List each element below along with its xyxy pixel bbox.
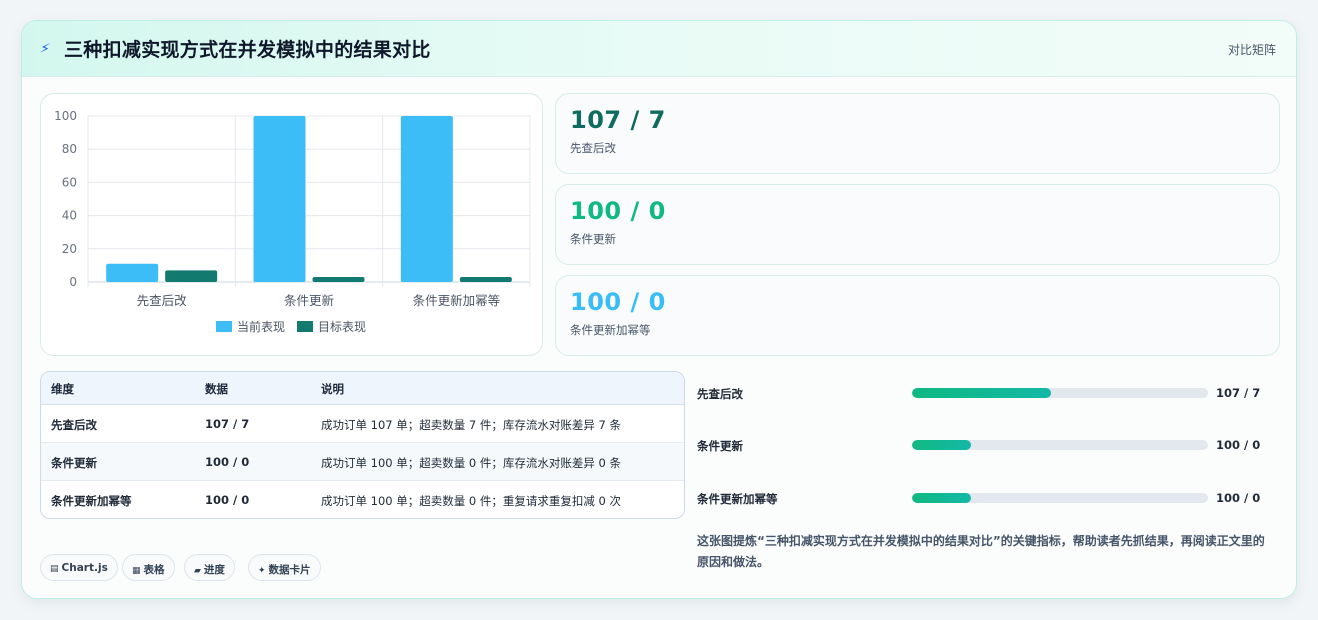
table-header-row: 维度 数据 说明	[41, 372, 684, 405]
legend-label: 当前表现	[237, 319, 285, 334]
table-row: 条件更新加幂等 100 / 0 成功订单 100 单；超卖数量 0 件；重复请求…	[41, 481, 684, 518]
bar-current	[400, 116, 453, 282]
progress-fill	[912, 493, 972, 503]
pill-label: 进度	[203, 564, 225, 576]
stat-card-1: 107 / 7 先查后改	[555, 93, 1280, 174]
progress-label: 条件更新加幂等	[697, 492, 778, 506]
table-cell: 100 / 0	[205, 455, 250, 469]
progress-fill	[912, 440, 972, 450]
pill-label: Chart.js	[61, 562, 108, 574]
bar-chart: 0 20 40 60 80 100 先查后改 条件更新 条件更新加幂等当前表现 目标表现	[54, 109, 531, 334]
bar-current	[253, 116, 306, 282]
progress-bar	[912, 388, 1208, 398]
y-tick-label: 20	[62, 242, 77, 256]
legend-swatch	[297, 321, 313, 332]
bar-current	[106, 263, 159, 282]
table-cell: 100 / 0	[205, 493, 250, 507]
table-row: 先查后改 107 / 7 成功订单 107 单；超卖数量 7 件；库存流水对账差…	[41, 405, 684, 443]
column-header: 维度	[51, 382, 74, 396]
sparkle-icon: ✦	[258, 566, 266, 576]
bar-target	[165, 270, 218, 282]
pill-chartjs[interactable]: ▤ Chart.js	[40, 554, 118, 581]
progress-fill	[912, 388, 1052, 398]
table-row: 条件更新 100 / 0 成功订单 100 单；超卖数量 0 件；库存流水对账差…	[41, 443, 684, 481]
progress-label: 条件更新	[697, 439, 743, 453]
chart-icon: ▤	[50, 564, 59, 574]
pill-data-cards[interactable]: ✦ 数据卡片	[248, 554, 321, 581]
table-cell: 成功订单 100 单；超卖数量 0 件；库存流水对账差异 0 条	[321, 456, 622, 470]
pill-table[interactable]: ▦ 表格	[122, 554, 175, 581]
pill-label: 表格	[143, 564, 165, 576]
table-icon: ▦	[132, 566, 141, 576]
legend-label: 目标表现	[318, 320, 366, 334]
bar-target	[312, 277, 365, 282]
stat-value: 100 / 0	[570, 288, 666, 316]
table-cell: 条件更新加幂等	[51, 494, 132, 508]
progress-bar	[912, 440, 1208, 450]
column-header: 说明	[321, 382, 344, 396]
column-header: 数据	[205, 382, 228, 396]
stat-card-3: 100 / 0 条件更新加幂等	[555, 275, 1280, 356]
stat-value: 107 / 7	[570, 106, 666, 134]
progress-value: 107 / 7	[1216, 386, 1261, 400]
y-tick-label: 60	[62, 175, 77, 189]
bar-chart-panel: 0 20 40 60 80 100 先查后改 条件更新 条件更新加幂等当前表现 目标表现	[40, 93, 543, 356]
progress-bar	[912, 493, 1208, 503]
data-table: 维度 数据 说明 先查后改 107 / 7 成功订单 107 单；超卖数量 7 …	[40, 371, 685, 519]
y-tick-label: 80	[62, 142, 77, 156]
stat-label: 条件更新	[570, 232, 616, 246]
y-tick-label: 40	[62, 209, 77, 223]
y-tick-label: 100	[54, 109, 77, 123]
comparison-card: ⚡ 三种扣减实现方式在并发模拟中的结果对比 对比矩阵 0 20 40 60 80 100 先…	[21, 20, 1297, 599]
pill-progress[interactable]: ▰ 进度	[184, 554, 235, 581]
progress-label: 先查后改	[697, 387, 743, 401]
legend-swatch	[216, 321, 232, 332]
stat-label: 条件更新加幂等	[570, 323, 651, 337]
progress-value: 100 / 0	[1216, 491, 1261, 505]
x-category-label: 条件更新	[284, 293, 334, 308]
stat-card-2: 100 / 0 条件更新	[555, 184, 1280, 265]
bar-target	[459, 277, 512, 282]
table-cell: 成功订单 107 单；超卖数量 7 件；库存流水对账差异 7 条	[321, 418, 622, 432]
x-category-label: 先查后改	[137, 293, 188, 308]
table-cell: 条件更新	[51, 456, 97, 470]
summary-note: 这张图提炼“三种扣减实现方式在并发模拟中的结果对比”的关键指标，帮助读者先抓结果…	[697, 534, 1265, 569]
table-cell: 先查后改	[51, 418, 97, 432]
table-cell: 成功订单 100 单；超卖数量 0 件；重复请求重复扣减 0 次	[321, 494, 622, 508]
card-header: ⚡ 三种扣减实现方式在并发模拟中的结果对比 对比矩阵	[22, 21, 1296, 77]
page-title: 三种扣减实现方式在并发模拟中的结果对比	[64, 39, 431, 61]
progress-icon: ▰	[194, 566, 201, 576]
stat-value: 100 / 0	[570, 197, 666, 225]
stat-label: 先查后改	[570, 141, 616, 155]
pill-label: 数据卡片	[268, 564, 311, 576]
header-tag: 对比矩阵	[1227, 43, 1276, 57]
lightning-icon: ⚡	[38, 40, 52, 58]
y-tick-label: 0	[69, 275, 77, 289]
x-category-label: 条件更新加幂等	[413, 293, 501, 308]
table-cell: 107 / 7	[205, 417, 250, 431]
progress-value: 100 / 0	[1216, 438, 1261, 452]
